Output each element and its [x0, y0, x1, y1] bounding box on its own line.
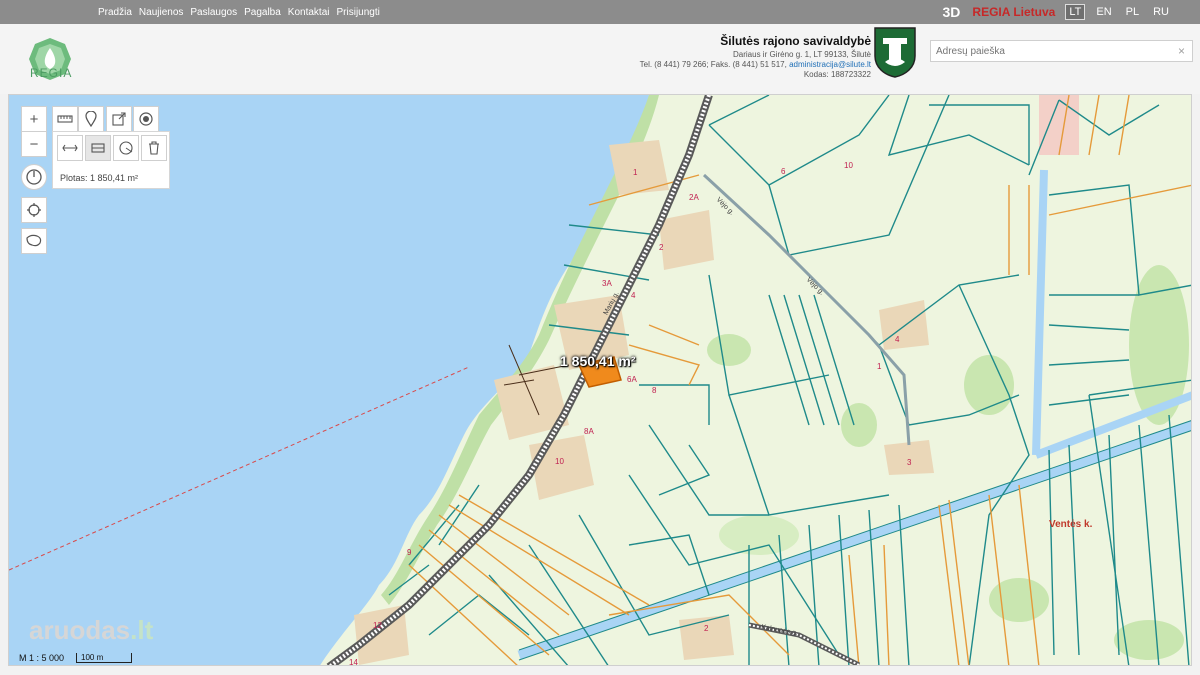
parcel-number: 9	[407, 548, 412, 557]
municipality-contacts: Tel. (8 441) 79 266; Faks. (8 441) 51 51…	[640, 60, 871, 70]
green-patch	[841, 403, 877, 447]
logo-text: REGIA	[30, 66, 73, 80]
nav-item-help[interactable]: Pagalba	[244, 7, 281, 18]
lang-pl[interactable]: PL	[1123, 5, 1142, 19]
coat-of-arms-icon	[874, 27, 916, 78]
municipality-address: Dariaus ir Girėno g. 1, LT 99133, Šilutė	[733, 50, 871, 59]
parcel-number: 10	[844, 161, 853, 170]
green-patch	[707, 334, 751, 366]
parcel-number: 4	[631, 291, 636, 300]
municipality-code: Kodas: 188723322	[803, 70, 871, 79]
parcel-number: 1	[877, 362, 882, 371]
view-3d-button[interactable]: 3D	[943, 4, 961, 20]
parcel-number: 14	[349, 658, 358, 666]
municipality-phones: Tel. (8 441) 79 266; Faks. (8 441) 51 51…	[639, 60, 787, 69]
parcel-number: 3A	[602, 279, 612, 288]
built-up-area	[609, 140, 669, 195]
zoom-in-button[interactable]: +	[21, 106, 47, 132]
zoom-out-button[interactable]: −	[21, 131, 47, 157]
top-bar: Pradžia Naujienos Paslaugos Pagalba Kont…	[0, 0, 1200, 24]
ruler-icon[interactable]	[52, 106, 78, 132]
parcel-number: 2A	[689, 193, 699, 202]
municipality-email-link[interactable]: administracija@silute.lt	[789, 60, 871, 69]
measure-area-icon[interactable]	[85, 135, 111, 161]
watermark-text: aruodas	[29, 615, 131, 645]
municipality-info: Šilutės rajono savivaldybė Dariaus ir Gi…	[640, 34, 871, 80]
delete-icon[interactable]	[141, 135, 167, 161]
address-search: ×	[930, 40, 1193, 62]
parcel-number: 2	[704, 624, 709, 633]
map-canvas[interactable]	[9, 95, 1192, 666]
built-up-area	[659, 210, 714, 270]
map-scale: M 1 : 5 000 100 m	[19, 653, 133, 663]
land-area	[320, 95, 1191, 665]
built-up-area	[679, 615, 734, 660]
map-viewport[interactable]: 1 2 2A 10 3A 4 6 6A 8 8A 10 4 1 3 9 12 1…	[8, 94, 1192, 666]
parcel-number: 6A	[627, 375, 637, 384]
hatched-area	[1039, 95, 1079, 155]
scale-bar: 100 m	[76, 653, 133, 663]
clear-search-icon[interactable]: ×	[1178, 44, 1185, 58]
lang-ru[interactable]: RU	[1150, 5, 1172, 19]
pin-icon[interactable]	[78, 106, 104, 132]
parcel-number: 8	[652, 386, 657, 395]
nav-item-contacts[interactable]: Kontaktai	[288, 7, 330, 18]
regia-lietuva-link[interactable]: REGIA Lietuva	[972, 5, 1055, 19]
measure-panel: Plotas: 1 850,41 m²	[52, 131, 170, 189]
parcel-number: 1	[633, 168, 638, 177]
parcel-number: 12	[373, 621, 382, 630]
parcel-number: 6	[781, 167, 786, 176]
parcel-number: 3	[907, 458, 912, 467]
nav-item-login[interactable]: Prisijungti	[337, 7, 380, 18]
nav-item-news[interactable]: Naujienos	[139, 7, 183, 18]
aruodas-watermark: aruodas.lt	[29, 615, 153, 646]
scale-ratio: M 1 : 5 000	[19, 653, 65, 663]
nav-item-home[interactable]: Pradžia	[98, 7, 132, 18]
parcel-number: 8A	[584, 427, 594, 436]
area-readout: Plotas: 1 850,41 m²	[60, 173, 139, 183]
top-right-controls: 3D REGIA Lietuva LT EN PL RU	[943, 0, 1172, 24]
parcel-number: 10	[555, 457, 564, 466]
parcel-number: 4	[895, 335, 900, 344]
measurement-label: 1 850,41 m²	[560, 353, 636, 369]
place-name-label: Ventės k.	[1049, 519, 1093, 530]
watermark-tld: .lt	[130, 615, 154, 645]
parcel-number: 2	[659, 243, 664, 252]
main-nav: Pradžia Naujienos Paslaugos Pagalba Kont…	[98, 0, 380, 24]
green-patch	[989, 578, 1049, 622]
share-icon[interactable]	[106, 106, 132, 132]
green-patch	[719, 515, 799, 555]
locate-icon[interactable]	[21, 197, 47, 223]
sea-boundary-line	[9, 366, 470, 571]
green-patch	[964, 355, 1014, 415]
lang-lt[interactable]: LT	[1065, 4, 1086, 20]
compass-icon[interactable]	[21, 164, 47, 190]
measure-radius-icon[interactable]	[113, 135, 139, 161]
municipality-title: Šilutės rajono savivaldybė	[720, 34, 871, 48]
nav-item-services[interactable]: Paslaugos	[190, 7, 237, 18]
address-search-input[interactable]	[931, 41, 1161, 62]
header: REGIA Šilutės rajono savivaldybė Dariaus…	[0, 24, 1200, 94]
measure-distance-icon[interactable]	[57, 135, 83, 161]
area-select-icon[interactable]	[21, 228, 47, 254]
lang-en[interactable]: EN	[1093, 5, 1114, 19]
target-icon[interactable]	[133, 106, 159, 132]
